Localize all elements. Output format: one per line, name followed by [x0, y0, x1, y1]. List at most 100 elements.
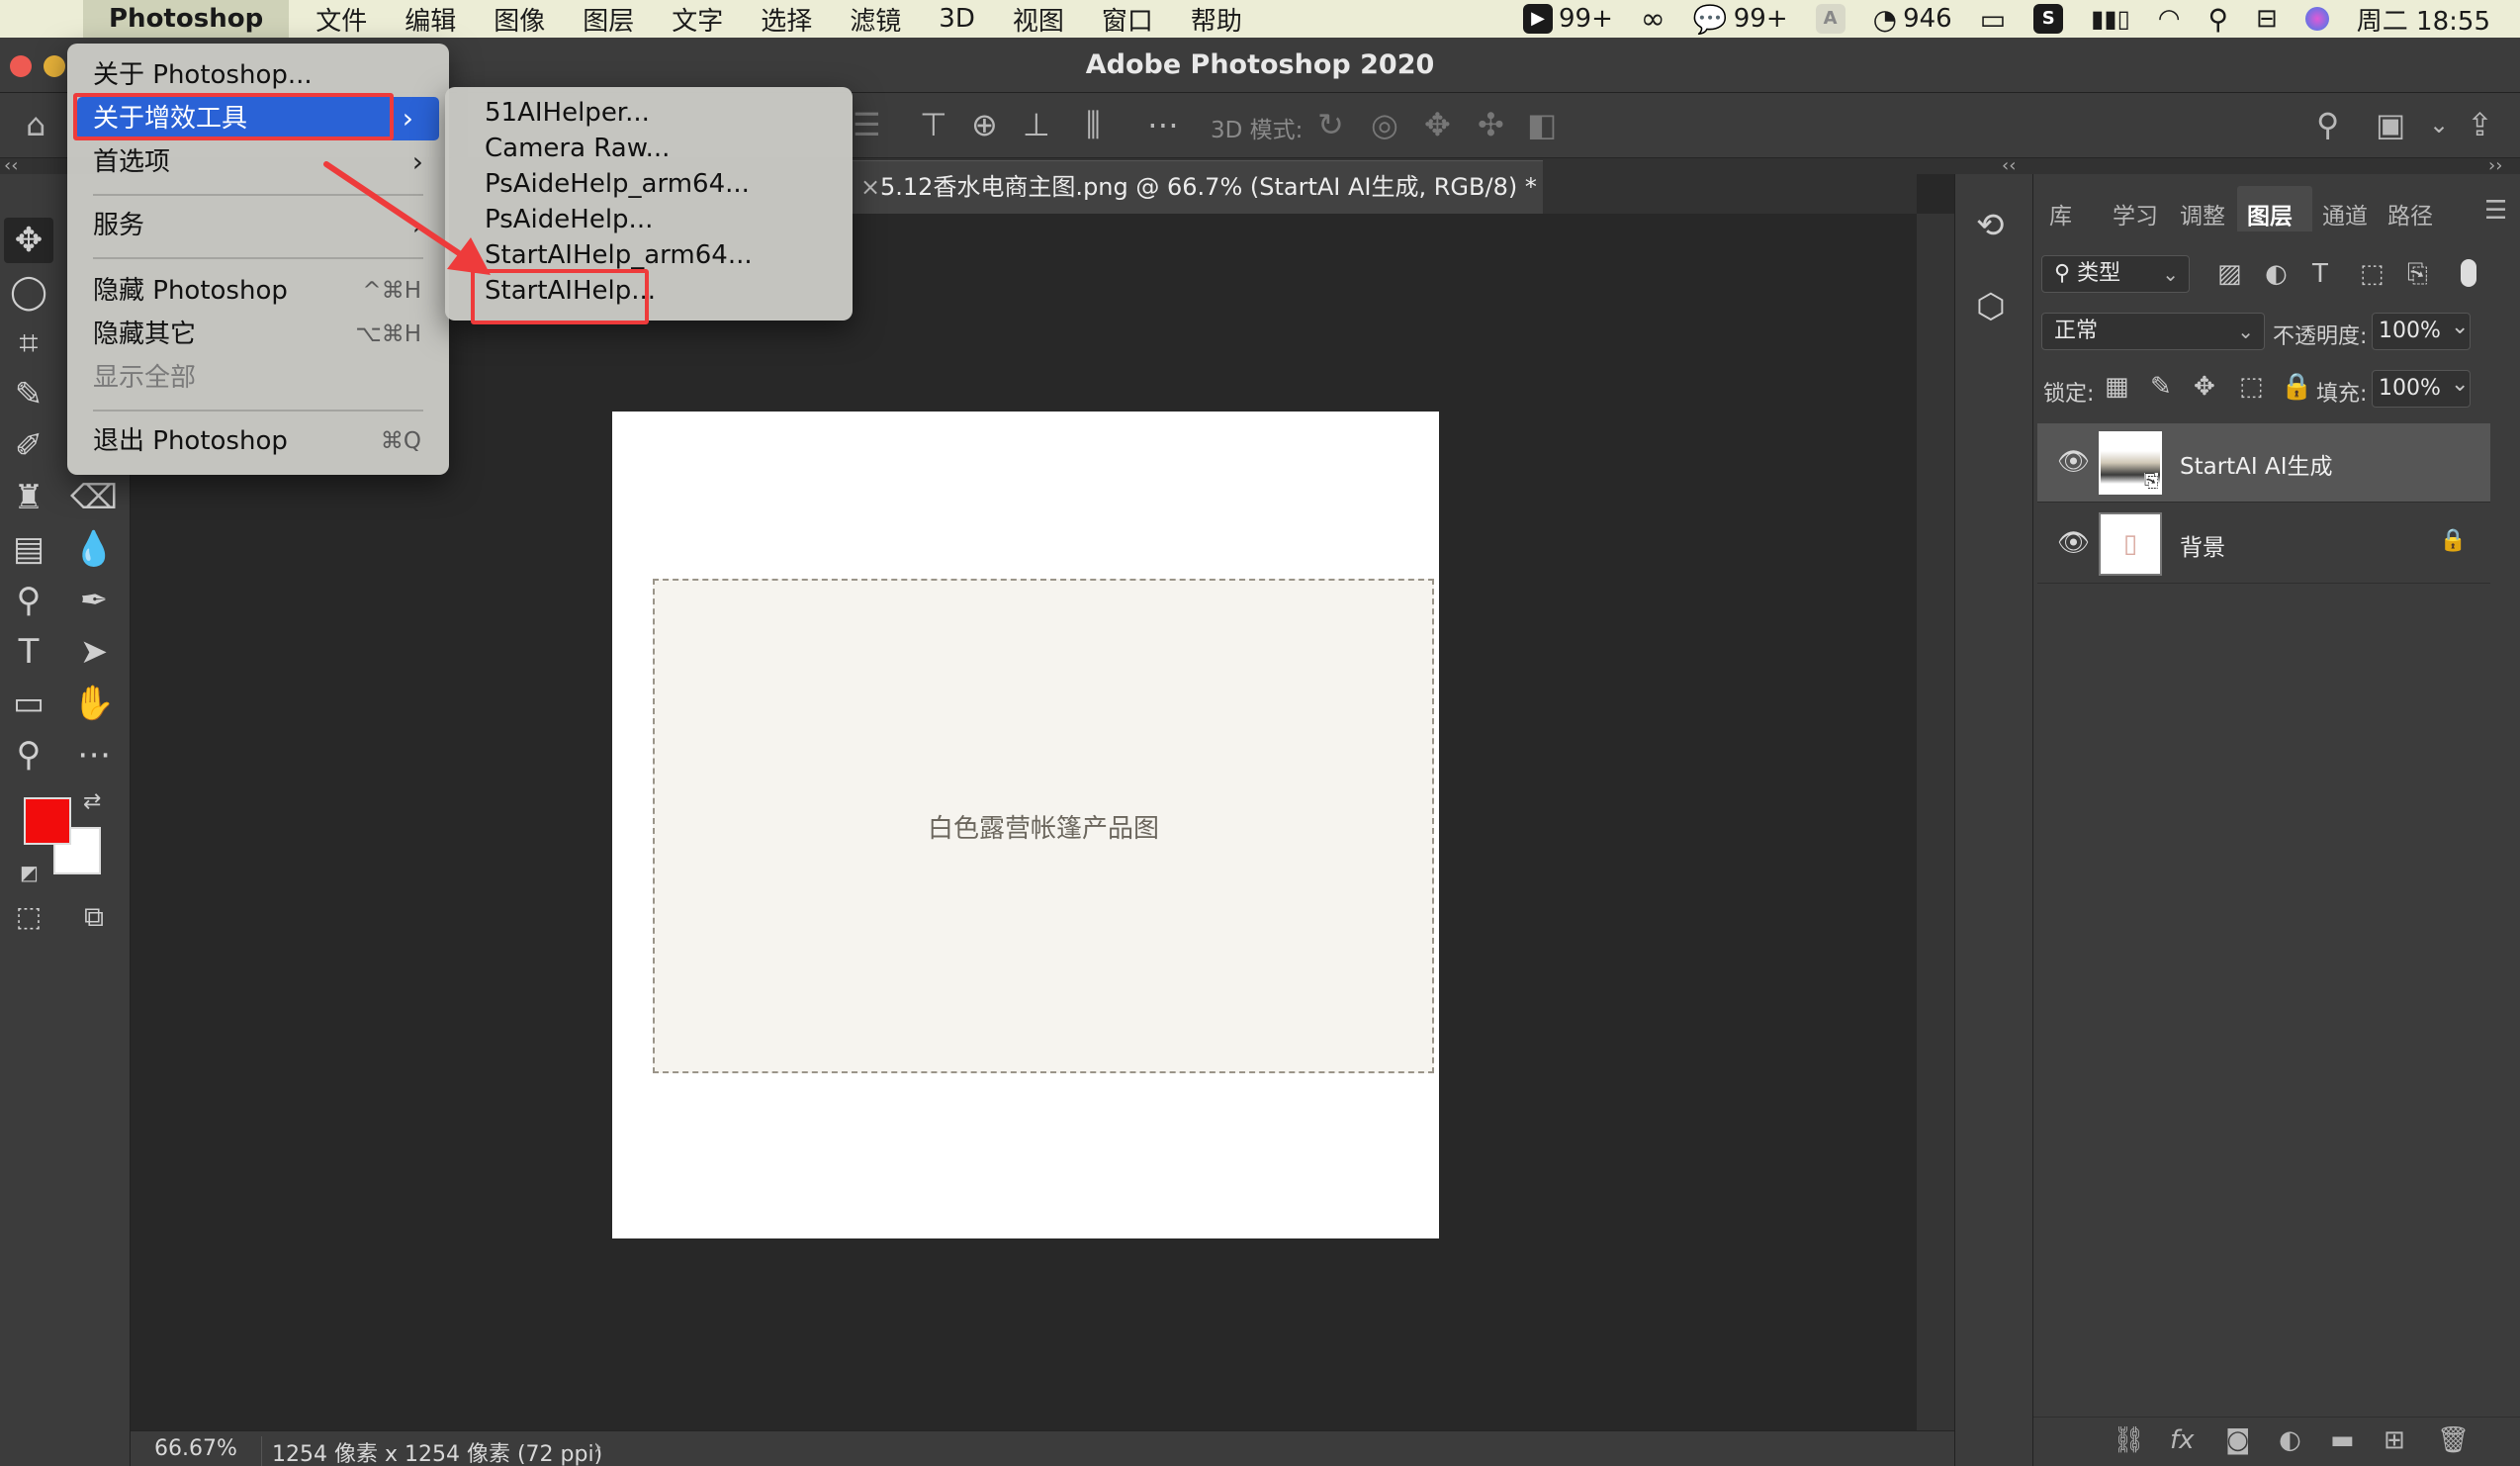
scale-3d-icon[interactable]: ◧: [1527, 106, 1557, 143]
align-icon[interactable]: ☰: [853, 106, 881, 143]
filter-smart-object-icon[interactable]: ⎘: [2407, 259, 2428, 290]
search-icon[interactable]: ⚲: [2316, 106, 2339, 143]
eraser-tool-icon[interactable]: ⌫: [69, 475, 119, 520]
pen-tool-icon[interactable]: ✒: [69, 578, 119, 623]
lock-transparent-icon[interactable]: ▦: [2105, 372, 2129, 402]
tab-learn[interactable]: 学习: [2113, 197, 2158, 230]
document-size-info[interactable]: 1254 像素 x 1254 像素 (72 ppi): [261, 1436, 602, 1466]
chevron-down-icon[interactable]: ⌄: [2451, 315, 2469, 339]
collapse-toolbar-icon[interactable]: ‹‹: [4, 157, 18, 175]
workspace-icon[interactable]: ▣: [2376, 106, 2405, 143]
dodge-tool-icon[interactable]: ⚲: [4, 578, 53, 623]
vertical-scrollbar[interactable]: [1917, 214, 1954, 1430]
submenu-item-51aihelper[interactable]: 51AIHelper...: [445, 95, 853, 131]
document-tab[interactable]: × 5.12香水电商主图.png @ 66.7% (StartAI AI生成, …: [851, 160, 1543, 214]
eyedropper-tool-icon[interactable]: ✎: [4, 372, 53, 417]
distribute-icon[interactable]: ⫼: [1086, 106, 1101, 144]
menu-help[interactable]: 帮助: [1172, 1, 1261, 38]
adjustment-layer-icon[interactable]: ◐: [2279, 1425, 2301, 1455]
screen-mirror-status[interactable]: ▭: [1980, 3, 2006, 36]
menu-type[interactable]: 文字: [653, 1, 742, 38]
orbit-3d-icon[interactable]: ↻: [1317, 106, 1344, 143]
menu-image[interactable]: 图像: [475, 1, 564, 38]
filter-type-icon[interactable]: T: [2312, 259, 2328, 289]
menu-layer[interactable]: 图层: [564, 1, 653, 38]
font-app-status[interactable]: A: [1815, 4, 1845, 34]
align-bottom-icon[interactable]: ⊥: [1023, 106, 1050, 143]
blend-mode-select[interactable]: 正常 ⌄: [2041, 313, 2265, 350]
history-icon[interactable]: ⟲: [1976, 206, 2005, 245]
submenu-item-psaidehelp[interactable]: PsAideHelp...: [445, 202, 853, 237]
lasso-tool-icon[interactable]: ◯: [4, 269, 53, 315]
screen-mode-icon[interactable]: ⧉: [69, 894, 119, 940]
submenu-item-camera-raw[interactable]: Camera Raw...: [445, 131, 853, 166]
layer-row-startai[interactable]: 👁 ⎘ StartAI AI生成: [2037, 423, 2490, 503]
menu-select[interactable]: 选择: [742, 1, 831, 38]
creative-cloud-status[interactable]: ∞: [1641, 2, 1665, 37]
crop-tool-icon[interactable]: ⌗: [4, 321, 53, 366]
slide-3d-icon[interactable]: ✣: [1478, 106, 1504, 143]
menu-item-preferences[interactable]: 首选项 ›: [67, 140, 449, 184]
lock-artboard-icon[interactable]: ⬚: [2239, 372, 2264, 402]
menu-view[interactable]: 视图: [994, 1, 1083, 38]
menu-item-quit-photoshop[interactable]: 退出 Photoshop ⌘Q: [67, 419, 449, 463]
wifi-status[interactable]: ◠: [2158, 4, 2181, 34]
sogou-status[interactable]: S: [2033, 4, 2064, 34]
clock[interactable]: 周二 18:55: [2357, 1, 2490, 38]
align-vcenter-icon[interactable]: ⊕: [971, 106, 998, 143]
pan-3d-icon[interactable]: ✥: [1424, 106, 1451, 143]
chevron-down-icon[interactable]: ⌄: [2429, 111, 2449, 138]
brush-tool-icon[interactable]: ✐: [4, 423, 53, 469]
delete-layer-trash-icon[interactable]: 🗑: [2437, 1425, 2470, 1455]
move-tool-icon[interactable]: ✥: [4, 218, 53, 263]
zoom-level-field[interactable]: 66.67%: [154, 1436, 237, 1461]
more-tools-icon[interactable]: ⋯: [69, 732, 119, 778]
blur-tool-icon[interactable]: 💧: [69, 526, 119, 572]
expand-panels-icon[interactable]: ››: [2488, 157, 2502, 175]
align-top-icon[interactable]: ⊤: [920, 106, 947, 143]
layer-filter-kind-select[interactable]: ⚲ 类型 ⌄: [2041, 255, 2190, 293]
filter-pixel-icon[interactable]: ▨: [2217, 259, 2242, 289]
hand-tool-icon[interactable]: ✋: [69, 681, 119, 726]
control-center-status[interactable]: ⊟: [2256, 4, 2278, 34]
menu-item-hide-photoshop[interactable]: 隐藏 Photoshop ^⌘H: [67, 269, 449, 313]
tab-paths[interactable]: 路径: [2387, 197, 2433, 230]
stamp-tool-icon[interactable]: ♜: [4, 475, 53, 520]
3d-panel-icon[interactable]: ⬡: [1976, 287, 2006, 326]
submenu-item-psaidehelp-arm64[interactable]: PsAideHelp_arm64...: [445, 166, 853, 202]
menu-item-about-photoshop[interactable]: 关于 Photoshop...: [67, 53, 449, 97]
lock-position-icon[interactable]: ✥: [2194, 372, 2215, 402]
menu-3d[interactable]: 3D: [920, 4, 994, 34]
path-select-tool-icon[interactable]: ➤: [69, 629, 119, 675]
panel-menu-icon[interactable]: ☰: [2484, 196, 2507, 226]
qq-status[interactable]: ◔ 946: [1873, 3, 1952, 36]
filter-adjustment-icon[interactable]: ◐: [2265, 259, 2288, 289]
menu-item-services[interactable]: 服务 ›: [67, 204, 449, 247]
swap-colors-icon[interactable]: ⇄: [83, 789, 101, 814]
lock-image-icon[interactable]: ✎: [2150, 372, 2172, 402]
battery-status[interactable]: ▮▮▯: [2091, 5, 2130, 33]
lock-all-icon[interactable]: 🔒: [2281, 372, 2312, 402]
submenu-item-startaihelp-arm64[interactable]: StartAIHelp_arm64...: [445, 237, 853, 273]
foreground-color-swatch[interactable]: [24, 797, 71, 845]
default-colors-icon[interactable]: ◩: [20, 861, 39, 884]
layer-name[interactable]: 背景: [2180, 528, 2225, 562]
chevron-down-icon[interactable]: ⌄: [2451, 372, 2469, 397]
filter-toggle-icon[interactable]: [2461, 259, 2476, 287]
menu-filter[interactable]: 滤镜: [831, 1, 920, 38]
siri-status[interactable]: [2304, 7, 2329, 31]
tab-channels[interactable]: 通道: [2322, 197, 2368, 230]
filter-shape-icon[interactable]: ⬚: [2360, 259, 2385, 289]
roll-3d-icon[interactable]: ◎: [1371, 106, 1398, 143]
layer-name[interactable]: StartAI AI生成: [2180, 447, 2333, 481]
menu-app-photoshop[interactable]: Photoshop: [83, 0, 290, 38]
new-group-folder-icon[interactable]: ▬: [2330, 1425, 2355, 1455]
menu-item-hide-others[interactable]: 隐藏其它 ⌥⌘H: [67, 313, 449, 356]
chevron-right-icon[interactable]: ›: [593, 1435, 602, 1460]
spotlight-status[interactable]: ⚲: [2207, 3, 2228, 36]
add-mask-icon[interactable]: ◙: [2225, 1425, 2250, 1455]
visibility-eye-icon[interactable]: 👁: [2057, 528, 2090, 558]
tab-adjustments[interactable]: 调整: [2180, 197, 2225, 230]
collapse-dock-icon[interactable]: ‹‹: [2002, 157, 2016, 175]
gradient-tool-icon[interactable]: ▤: [4, 526, 53, 572]
